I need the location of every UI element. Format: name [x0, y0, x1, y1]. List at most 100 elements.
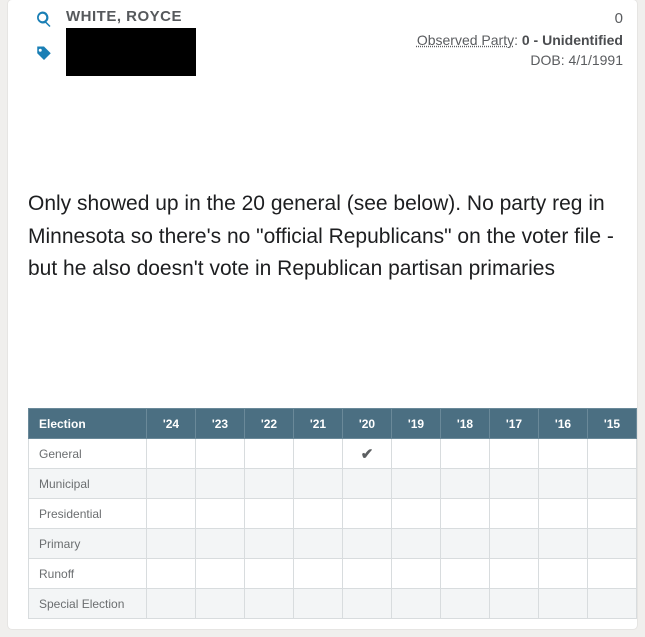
vote-cell [294, 499, 343, 529]
vote-cell [490, 499, 539, 529]
vote-cell [441, 529, 490, 559]
col-year: '19 [392, 409, 441, 439]
record-id-zero: 0 [417, 8, 623, 30]
vote-cell [392, 499, 441, 529]
name-column: WHITE, ROYCE [66, 8, 196, 76]
vote-cell [441, 589, 490, 619]
commentary-text: Only showed up in the 20 general (see be… [8, 188, 637, 286]
vote-cell [588, 439, 637, 469]
vote-cell [147, 469, 196, 499]
vote-cell [588, 499, 637, 529]
observed-party-value: 0 - Unidentified [522, 32, 623, 48]
vote-cell [392, 559, 441, 589]
table-row: Special Election [29, 589, 637, 619]
col-year: '17 [490, 409, 539, 439]
vote-cell [245, 559, 294, 589]
table-row: Runoff [29, 559, 637, 589]
record-header: WHITE, ROYCE 0 Observed Party: 0 - Unide… [8, 0, 637, 76]
vote-cell [490, 469, 539, 499]
vote-cell: ✔ [343, 439, 392, 469]
voter-name: WHITE, ROYCE [66, 8, 196, 25]
board-background: WHITE, ROYCE 0 Observed Party: 0 - Unide… [0, 0, 645, 637]
row-label: Municipal [29, 469, 147, 499]
col-year: '21 [294, 409, 343, 439]
vote-cell [441, 469, 490, 499]
col-year: '22 [245, 409, 294, 439]
row-label: Runoff [29, 559, 147, 589]
vote-cell [294, 559, 343, 589]
dob-line: DOB: 4/1/1991 [417, 50, 623, 70]
search-icon[interactable] [35, 10, 53, 33]
vote-cell [392, 589, 441, 619]
row-label: Special Election [29, 589, 147, 619]
col-year: '18 [441, 409, 490, 439]
vote-cell [343, 559, 392, 589]
vote-cell [392, 529, 441, 559]
row-label: General [29, 439, 147, 469]
check-icon: ✔ [361, 446, 374, 463]
dob-value: 4/1/1991 [569, 52, 624, 68]
col-election: Election [29, 409, 147, 439]
vote-cell [147, 559, 196, 589]
col-year: '20 [343, 409, 392, 439]
vote-cell [588, 589, 637, 619]
vote-cell [539, 439, 588, 469]
row-label: Primary [29, 529, 147, 559]
table-header-row: Election '24 '23 '22 '21 '20 '19 '18 '17… [29, 409, 637, 439]
vote-cell [539, 469, 588, 499]
col-year: '24 [147, 409, 196, 439]
vote-cell [441, 439, 490, 469]
vote-cell [294, 469, 343, 499]
vote-cell [343, 499, 392, 529]
redacted-block [66, 28, 196, 76]
vote-cell [294, 529, 343, 559]
table-row: Municipal [29, 469, 637, 499]
vote-cell [245, 589, 294, 619]
observed-party-label: Observed Party [417, 32, 514, 48]
vote-cell [147, 589, 196, 619]
col-year: '16 [539, 409, 588, 439]
vote-cell [294, 589, 343, 619]
dob-label: DOB: [530, 52, 564, 68]
vote-cell [490, 529, 539, 559]
vote-cell [245, 469, 294, 499]
action-icon-column [22, 8, 66, 68]
vote-cell [196, 559, 245, 589]
tag-icon[interactable] [35, 45, 53, 68]
col-year: '15 [588, 409, 637, 439]
vote-cell [196, 499, 245, 529]
vote-history-table-wrap: Election '24 '23 '22 '21 '20 '19 '18 '17… [28, 408, 637, 619]
vote-cell [539, 559, 588, 589]
vote-cell [147, 439, 196, 469]
vote-cell [343, 469, 392, 499]
observed-party-line: Observed Party: 0 - Unidentified [417, 30, 623, 50]
vote-cell [392, 469, 441, 499]
table-row: Presidential [29, 499, 637, 529]
vote-cell [539, 529, 588, 559]
vote-cell [196, 439, 245, 469]
vote-cell [490, 559, 539, 589]
col-year: '23 [196, 409, 245, 439]
table-row: General ✔ [29, 439, 637, 469]
vote-cell [147, 499, 196, 529]
table-row: Primary [29, 529, 637, 559]
vote-history-table: Election '24 '23 '22 '21 '20 '19 '18 '17… [28, 408, 637, 619]
vote-cell [490, 439, 539, 469]
vote-cell [539, 499, 588, 529]
vote-cell [245, 529, 294, 559]
record-meta: 0 Observed Party: 0 - Unidentified DOB: … [417, 8, 623, 70]
vote-cell [196, 529, 245, 559]
vote-cell [147, 529, 196, 559]
record-card: WHITE, ROYCE 0 Observed Party: 0 - Unide… [8, 0, 637, 629]
vote-cell [343, 589, 392, 619]
vote-cell [196, 469, 245, 499]
vote-cell [441, 499, 490, 529]
vote-cell [392, 439, 441, 469]
row-label: Presidential [29, 499, 147, 529]
vote-cell [343, 529, 392, 559]
vote-cell [539, 589, 588, 619]
vote-cell [294, 439, 343, 469]
vote-cell [441, 559, 490, 589]
vote-cell [245, 439, 294, 469]
vote-cell [245, 499, 294, 529]
